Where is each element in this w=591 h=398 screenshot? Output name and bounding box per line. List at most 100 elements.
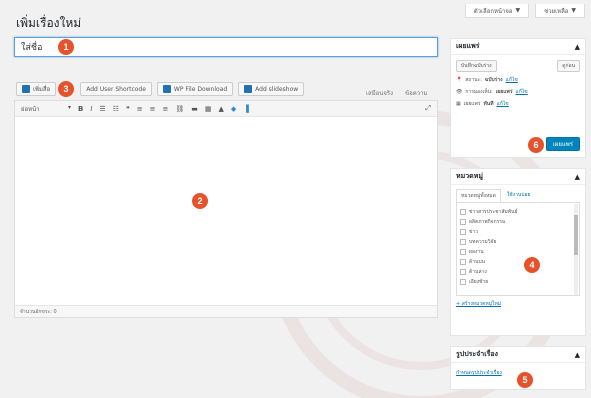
link-icon[interactable]: ⛓ xyxy=(175,105,184,113)
category-label: เอียงซ้าย xyxy=(469,279,489,285)
slideshow-icon xyxy=(244,85,253,93)
tab-visual[interactable]: เสมือนจริง xyxy=(366,88,393,98)
checkbox[interactable] xyxy=(460,279,466,285)
marker-1: 1 xyxy=(58,39,74,55)
read-more-icon[interactable]: ▬ xyxy=(191,105,198,113)
edit-visibility-link[interactable]: แก้ไข xyxy=(516,88,528,96)
category-item[interactable]: ด้านล่าง xyxy=(460,267,576,277)
visibility-label: การมองเห็น: xyxy=(465,89,493,95)
add-user-shortcode-label: Add User Shortcode xyxy=(86,85,146,93)
publish-box-title: เผยแพร่ xyxy=(456,42,480,50)
category-item[interactable]: ข่าว xyxy=(460,227,576,237)
add-user-shortcode-button[interactable]: Add User Shortcode xyxy=(80,82,152,96)
caret-down-icon: ▾ xyxy=(67,103,71,111)
download-icon xyxy=(162,85,171,93)
visibility-value: เผยแพร่ xyxy=(495,89,513,95)
caret-down-icon: ▼ xyxy=(515,7,521,14)
set-featured-image-link[interactable]: กำหนดรูปประจำเรื่อง xyxy=(456,370,502,376)
category-item[interactable]: ด้านบน xyxy=(460,257,576,267)
category-label: ด้านบน xyxy=(469,259,486,265)
category-label: ข่าวสารประชาสัมพันธ์ xyxy=(469,209,518,215)
add-media-label: เพิ่มสื่อ xyxy=(33,86,51,93)
format-select-value: ย่อหน้า xyxy=(21,105,40,113)
status-row: 📍 สถานะ: ฉบับร่าง แก้ไข xyxy=(456,76,580,84)
category-item[interactable]: บทความวิจัย xyxy=(460,237,576,247)
chart-icon[interactable]: ▐ xyxy=(243,105,248,113)
featured-image-title: รูปประจำเรื่อง xyxy=(456,350,498,358)
category-item[interactable]: ผลิตภาพกิจกรรม xyxy=(460,217,576,227)
add-new-category-link[interactable]: + สร้างหมวดหมู่ใหม่ xyxy=(456,301,501,307)
checkbox[interactable] xyxy=(460,209,466,215)
wp-file-download-button[interactable]: WP File Download xyxy=(156,82,234,96)
checkbox[interactable] xyxy=(460,249,466,255)
publish-box-header[interactable]: เผยแพร่ ▲ xyxy=(451,39,585,55)
align-left-icon[interactable]: ≡ xyxy=(137,105,143,113)
bold-icon[interactable]: B xyxy=(78,105,83,113)
category-tabs: หมวดหมู่ทั้งหมด ใช้งานบ่อย xyxy=(451,185,585,202)
category-checklist: ข่าวสารประชาสัมพันธ์ ผลิตภาพกิจกรรม ข่าว… xyxy=(456,202,580,296)
categories-box-header[interactable]: หมวดหมู่ ▲ xyxy=(451,169,585,185)
category-label: ด้านล่าง xyxy=(469,269,487,275)
screen-meta-links: ตัวเลือกหน้าจอ ▼ ช่วยเหลือ ▼ xyxy=(464,4,585,18)
schedule-row: ▦ เผยแพร่ ทันที แก้ไข xyxy=(456,100,580,108)
media-icon xyxy=(22,85,30,93)
blockquote-icon[interactable]: ❝ xyxy=(126,105,130,113)
category-label: ผลิตภาพกิจกรรม xyxy=(469,219,506,225)
add-slideshow-button[interactable]: Add slideshow xyxy=(238,82,305,96)
help-tab[interactable]: ช่วยเหลือ ▼ xyxy=(535,4,585,18)
post-title-input[interactable]: ใส่ชื่อ xyxy=(14,37,438,57)
status-value: ฉบับร่าง xyxy=(484,77,503,83)
bullet-list-icon[interactable]: ☰ xyxy=(99,105,105,113)
numbered-list-icon[interactable]: ☷ xyxy=(113,105,119,113)
collapse-arrow-icon[interactable]: ▲ xyxy=(575,43,580,51)
table-icon[interactable]: ▦ xyxy=(205,105,212,113)
help-label: ช่วยเหลือ xyxy=(544,7,569,15)
preview-button[interactable]: ดูก่อน xyxy=(557,60,580,72)
category-item[interactable]: ข่าวสารประชาสัมพันธ์ xyxy=(460,207,576,217)
checkbox[interactable] xyxy=(460,239,466,245)
format-select[interactable]: ย่อหน้า ▾ xyxy=(21,104,71,114)
word-count: จำนวนอักขระ: 0 xyxy=(15,305,437,317)
spy-icon[interactable]: ▲ xyxy=(219,105,224,113)
edit-schedule-link[interactable]: แก้ไข xyxy=(497,100,509,108)
featured-image-header[interactable]: รูปประจำเรื่อง ▲ xyxy=(451,347,585,363)
editor-mode-tabs: เสมือนจริง ข้อความ xyxy=(366,88,427,98)
marker-3: 3 xyxy=(58,81,74,97)
screen-options-label: ตัวเลือกหน้าจอ xyxy=(473,7,513,15)
tab-text[interactable]: ข้อความ xyxy=(405,88,427,98)
add-media-button[interactable]: เพิ่มสื่อ xyxy=(16,82,57,96)
tab-all-categories[interactable]: หมวดหมู่ทั้งหมด xyxy=(456,189,501,202)
schedule-label: เผยแพร่ xyxy=(463,101,481,107)
edit-status-link[interactable]: แก้ไข xyxy=(506,76,518,84)
checkbox[interactable] xyxy=(460,229,466,235)
plugin-icon[interactable]: ◆ xyxy=(231,105,236,113)
categories-box: หมวดหมู่ ▲ หมวดหมู่ทั้งหมด ใช้งานบ่อย ข่… xyxy=(450,168,586,336)
categories-box-title: หมวดหมู่ xyxy=(456,172,483,180)
save-draft-button[interactable]: บันทึกฉบับร่าง xyxy=(456,60,497,72)
fullscreen-icon[interactable]: ⤢ xyxy=(425,104,431,113)
category-item[interactable]: ผลงาน xyxy=(460,247,576,257)
visibility-row: 👁 การมองเห็น: เผยแพร่ แก้ไข xyxy=(456,88,580,96)
italic-icon[interactable]: I xyxy=(90,105,92,113)
tab-most-used[interactable]: ใช้งานบ่อย xyxy=(503,189,535,202)
checkbox[interactable] xyxy=(460,259,466,265)
screen-options-tab[interactable]: ตัวเลือกหน้าจอ ▼ xyxy=(464,4,530,18)
category-scrollbar-thumb[interactable] xyxy=(574,215,578,255)
align-right-icon[interactable]: ≡ xyxy=(163,105,169,113)
collapse-arrow-icon[interactable]: ▲ xyxy=(575,173,580,181)
checkbox[interactable] xyxy=(460,269,466,275)
align-center-icon[interactable]: ≡ xyxy=(150,105,156,113)
publish-button[interactable]: เผยแพร่ xyxy=(545,137,580,151)
checkbox[interactable] xyxy=(460,219,466,225)
caret-down-icon: ▼ xyxy=(571,7,576,14)
calendar-icon: ▦ xyxy=(456,101,461,107)
category-label: ข่าว xyxy=(469,229,479,235)
content-editor[interactable]: ย่อหน้า ▾ B I ☰ ☷ ❝ ≡ ≡ ≡ ⛓ ▬ ▦ ▲ ◆ ▐ ⤢ … xyxy=(14,100,438,318)
marker-4: 4 xyxy=(524,257,540,273)
schedule-value: ทันที xyxy=(483,101,494,107)
collapse-arrow-icon[interactable]: ▲ xyxy=(575,351,580,359)
status-label: สถานะ: xyxy=(465,77,482,83)
category-label: ผลงาน xyxy=(469,249,484,255)
category-item[interactable]: เอียงซ้าย xyxy=(460,277,576,287)
marker-2: 2 xyxy=(192,193,208,209)
